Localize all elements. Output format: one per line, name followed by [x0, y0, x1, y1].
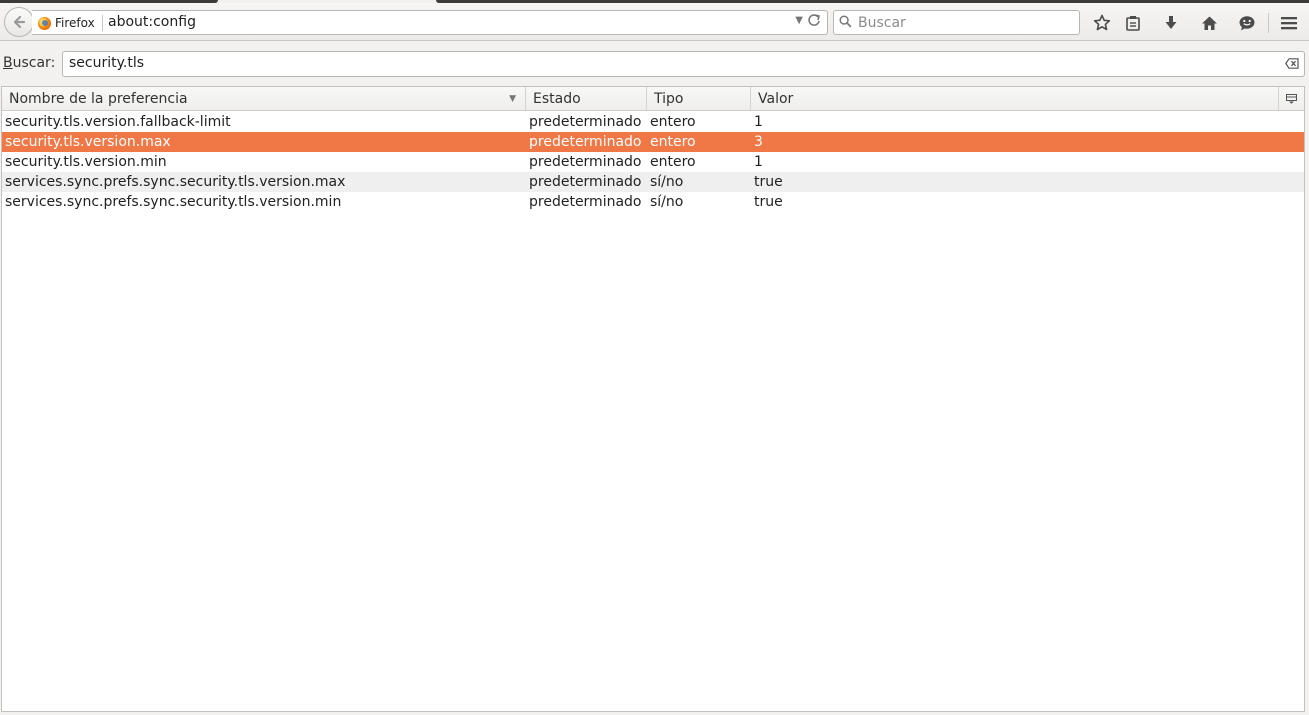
back-button[interactable] — [4, 7, 34, 37]
filter-label-accesskey: B — [3, 55, 13, 71]
pref-type: sí/no — [650, 174, 684, 190]
table-row[interactable]: services.sync.prefs.sync.security.tls.ve… — [2, 172, 1304, 192]
table-header: Nombre de la preferencia ▼ Estado Tipo V… — [2, 87, 1304, 111]
table-row[interactable]: security.tls.version.fallback-limit pred… — [2, 112, 1304, 132]
pref-value: 1 — [754, 114, 763, 130]
reload-icon[interactable] — [807, 13, 821, 31]
preferences-table[interactable]: Nombre de la preferencia ▼ Estado Tipo V… — [1, 86, 1305, 712]
filter-label: Buscar: — [3, 55, 55, 71]
download-arrow-icon — [1165, 16, 1177, 29]
column-picker-button[interactable] — [1278, 87, 1304, 111]
table-row[interactable]: services.sync.prefs.sync.security.tls.ve… — [2, 192, 1304, 212]
chat-icon — [1239, 16, 1255, 31]
pref-name: security.tls.version.max — [5, 134, 171, 150]
pref-status: predeterminado — [529, 114, 642, 130]
search-bar[interactable]: Buscar — [833, 10, 1080, 35]
navigation-toolbar: Firefox about:config ▼ Buscar — [0, 3, 1309, 41]
pref-status: predeterminado — [529, 154, 642, 170]
pref-type: entero — [650, 154, 696, 170]
hamburger-menu-icon — [1281, 17, 1297, 30]
column-header-status-label: Estado — [533, 91, 581, 107]
table-row[interactable]: security.tls.version.min predeterminado … — [2, 152, 1304, 172]
search-placeholder: Buscar — [858, 15, 906, 31]
pref-status: predeterminado — [529, 174, 642, 190]
column-header-status[interactable]: Estado — [526, 87, 647, 111]
menu-button[interactable] — [1278, 12, 1300, 34]
pref-type: entero — [650, 114, 696, 130]
bookmark-star-button[interactable] — [1091, 12, 1113, 34]
firefox-icon — [38, 16, 51, 30]
filter-value[interactable]: security.tls — [69, 55, 144, 71]
pref-status: predeterminado — [529, 134, 642, 150]
chevron-down-icon[interactable]: ▼ — [795, 15, 803, 26]
home-icon — [1201, 16, 1217, 30]
filter-search-input[interactable]: security.tls — [62, 51, 1305, 77]
column-header-name-label: Nombre de la preferencia — [9, 91, 188, 107]
table-row-selected[interactable]: security.tls.version.max predeterminado … — [2, 132, 1304, 152]
toolbar-divider — [1268, 13, 1269, 33]
pref-name: services.sync.prefs.sync.security.tls.ve… — [5, 194, 342, 210]
pref-type: entero — [650, 134, 696, 150]
sort-descending-icon: ▼ — [509, 94, 516, 104]
pref-name: services.sync.prefs.sync.security.tls.ve… — [5, 174, 346, 190]
url-text[interactable]: about:config — [108, 14, 196, 30]
chat-button[interactable] — [1236, 12, 1258, 34]
pref-status: predeterminado — [529, 194, 642, 210]
pref-value: true — [754, 194, 783, 210]
url-bar[interactable]: Firefox about:config ▼ — [32, 10, 828, 35]
column-header-value-label: Valor — [758, 91, 794, 107]
column-header-type-label: Tipo — [654, 91, 684, 107]
url-separator — [102, 15, 103, 31]
search-icon — [839, 15, 852, 28]
home-button[interactable] — [1198, 12, 1220, 34]
arrow-left-icon — [13, 15, 26, 29]
pref-name: security.tls.version.min — [5, 154, 167, 170]
identity-label: Firefox — [55, 16, 95, 30]
bookmarks-menu-button[interactable] — [1122, 12, 1144, 34]
site-identity[interactable]: Firefox — [38, 14, 95, 32]
pref-value: true — [754, 174, 783, 190]
star-icon — [1093, 14, 1111, 31]
column-header-name[interactable]: Nombre de la preferencia ▼ — [2, 87, 526, 111]
clipboard-icon — [1126, 16, 1140, 31]
column-header-type[interactable]: Tipo — [647, 87, 751, 111]
pref-value: 3 — [754, 134, 763, 150]
pref-type: sí/no — [650, 194, 684, 210]
pref-name: security.tls.version.fallback-limit — [5, 114, 231, 130]
backspace-clear-icon[interactable] — [1285, 58, 1299, 69]
downloads-button[interactable] — [1160, 12, 1182, 34]
filter-label-text: uscar: — [12, 55, 56, 71]
column-picker-icon — [1286, 94, 1297, 104]
pref-value: 1 — [754, 154, 763, 170]
column-header-value[interactable]: Valor — [751, 87, 1279, 111]
